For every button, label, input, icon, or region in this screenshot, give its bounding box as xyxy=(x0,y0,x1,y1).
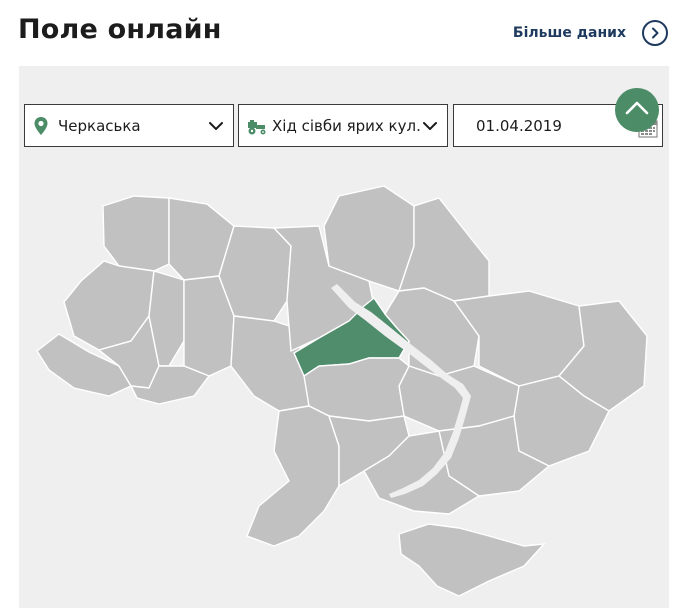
chevron-down-icon xyxy=(209,122,223,130)
chevron-up-icon xyxy=(625,101,649,115)
page-title: Поле онлайн xyxy=(18,14,222,45)
ukraine-map xyxy=(36,185,648,597)
scroll-top-button[interactable] xyxy=(615,88,659,132)
chevron-right-icon xyxy=(652,27,659,39)
region-odesa[interactable] xyxy=(246,405,340,547)
location-pin-icon xyxy=(34,117,48,135)
region-volyn[interactable] xyxy=(102,195,170,272)
chevron-down-icon xyxy=(423,122,437,130)
more-data-link[interactable]: Більше даних xyxy=(513,25,626,41)
region-crimea[interactable] xyxy=(398,523,546,597)
more-data-button[interactable] xyxy=(642,20,668,46)
map-panel: Черкаська Хід сівби ярих кул... 01.04.20… xyxy=(19,66,669,608)
region-select-value: Черкаська xyxy=(58,117,141,135)
header: Поле онлайн Більше даних xyxy=(0,0,680,66)
date-input-value: 01.04.2019 xyxy=(476,117,562,135)
tractor-icon xyxy=(248,120,266,135)
culture-select[interactable]: Хід сівби ярих кул... xyxy=(238,104,448,147)
culture-select-value: Хід сівби ярих кул... xyxy=(272,117,422,135)
region-select[interactable]: Черкаська xyxy=(24,104,234,147)
